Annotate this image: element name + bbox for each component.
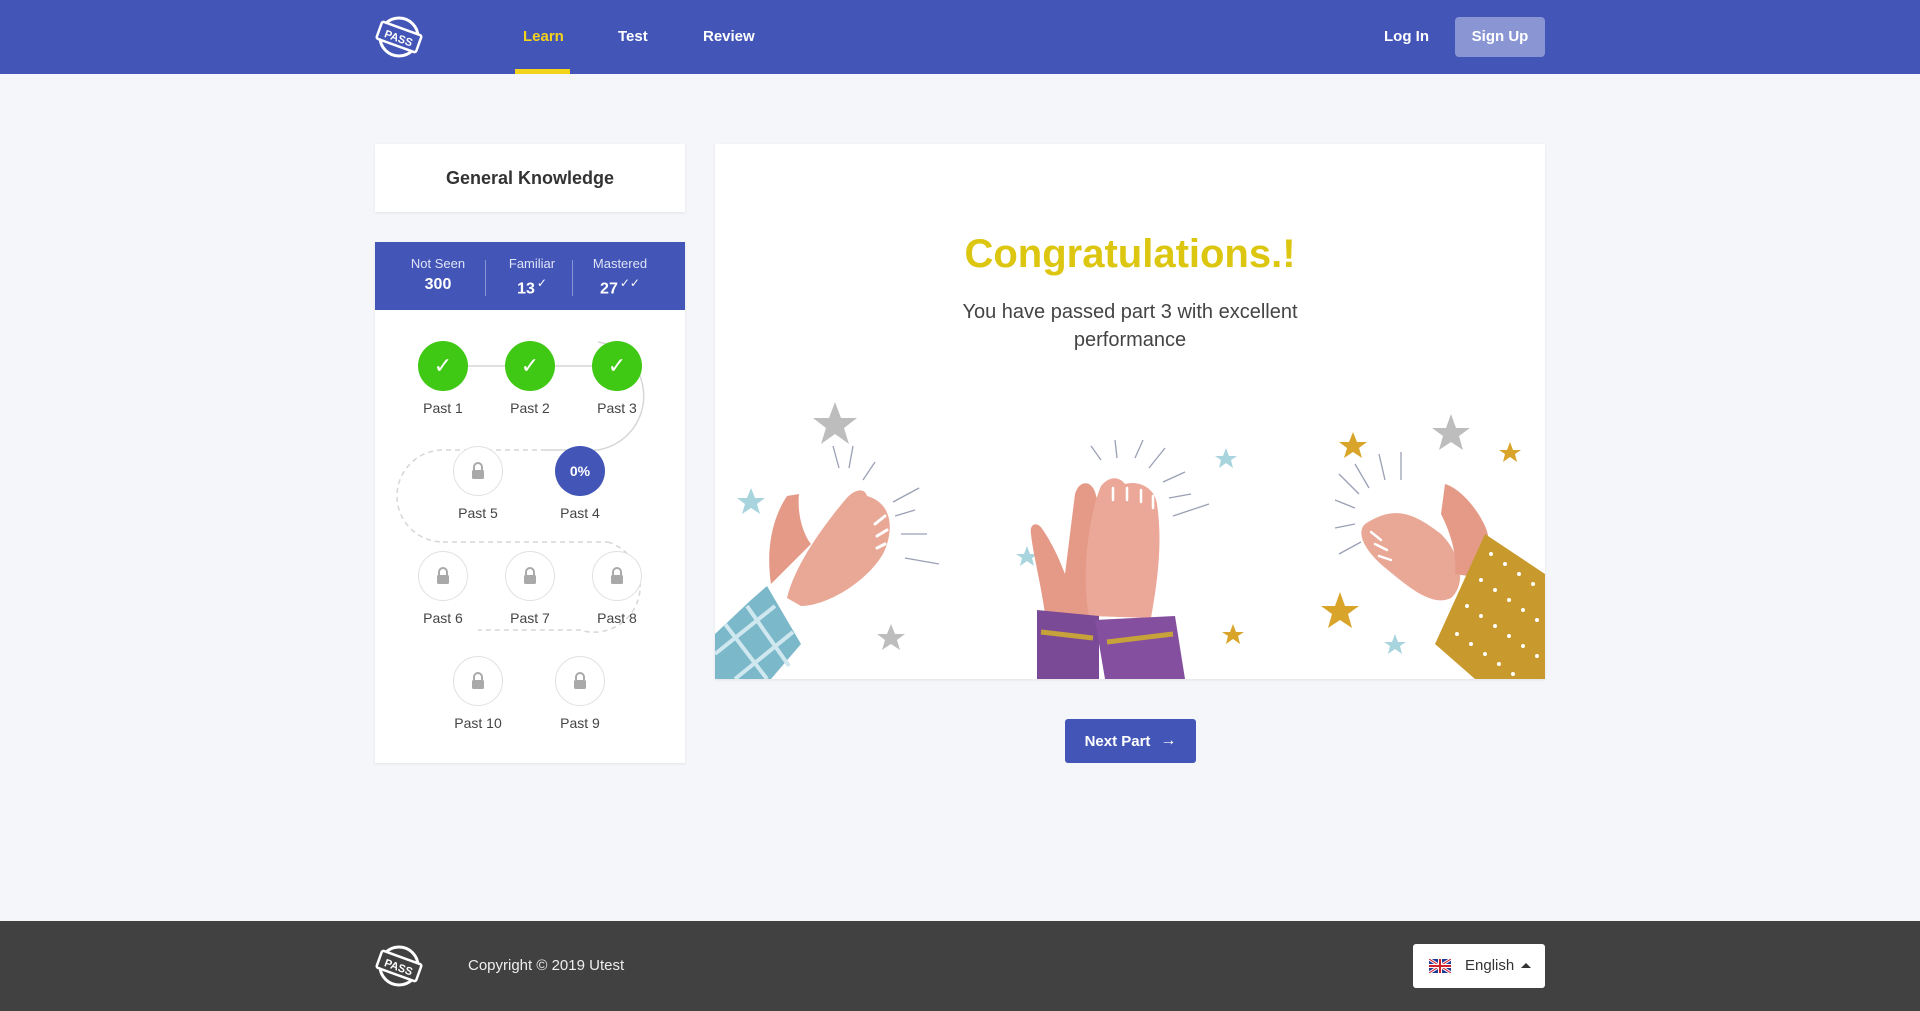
check-icon: ✓	[520, 353, 540, 378]
check-icon: ✓	[433, 353, 453, 378]
stat-divider	[572, 260, 573, 296]
part-node-8[interactable]	[592, 551, 642, 601]
stat-label: Familiar	[508, 256, 556, 271]
lock-icon	[524, 567, 536, 584]
check-icon: ✓	[536, 276, 547, 290]
part-label-10: Past 10	[454, 715, 502, 731]
subject-title: General Knowledge	[445, 168, 615, 188]
result-message: You have passed part 3 with excellent pe…	[962, 301, 1298, 351]
stat-mastered: Mastered 27 ✓✓	[575, 256, 665, 298]
congrats-title: Congratulations.!	[964, 232, 1296, 276]
signup-button[interactable]: Sign Up	[1455, 17, 1545, 57]
part-label-3: Past 3	[597, 400, 637, 416]
part-label-4: Past 4	[560, 505, 600, 521]
uk-flag-icon	[1429, 959, 1451, 973]
nav-learn[interactable]: Learn	[523, 0, 564, 74]
part-progress: 0%	[569, 463, 591, 479]
part-node-6[interactable]	[418, 551, 468, 601]
caret-up-icon	[1521, 963, 1531, 968]
part-label-6: Past 6	[423, 610, 463, 626]
footer: PASS Copyright © 2019 Utest English	[0, 921, 1920, 1011]
stat-value: 13 ✓	[517, 276, 547, 298]
next-part-label: Next Part	[1084, 732, 1151, 750]
part-node-5[interactable]	[453, 446, 503, 496]
lock-icon	[574, 672, 586, 689]
progress-card: Not Seen 300 Familiar 13 ✓ Mastered 27 ✓✓ …	[375, 242, 685, 763]
stat-familiar: Familiar 13 ✓	[487, 256, 577, 298]
pass-logo-icon[interactable]: PASS	[372, 943, 426, 989]
part-node-9[interactable]	[555, 656, 605, 706]
lock-icon	[472, 462, 484, 479]
lock-icon	[611, 567, 623, 584]
part-label-7: Past 7	[510, 610, 550, 626]
result-card: Congratulations.! You have passed part 3…	[715, 144, 1545, 679]
stat-value: 27 ✓✓	[600, 276, 640, 298]
part-node-3[interactable]: ✓	[592, 341, 642, 391]
stat-not-seen: Not Seen 300	[393, 256, 483, 294]
stat-value: 300	[424, 276, 452, 293]
clapping-hands-illustration	[715, 402, 1545, 679]
stat-label: Not Seen	[410, 256, 466, 271]
part-label-5: Past 5	[458, 505, 498, 521]
language-label: English	[1465, 957, 1515, 974]
part-label-1: Past 1	[423, 400, 463, 416]
nav-active-indicator	[515, 69, 570, 74]
lock-icon	[437, 567, 449, 584]
copyright-text: Copyright © 2019 Utest	[468, 957, 625, 974]
part-node-7[interactable]	[505, 551, 555, 601]
stats-bar: Not Seen 300 Familiar 13 ✓ Mastered 27 ✓✓	[375, 242, 685, 310]
login-link[interactable]: Log In	[1384, 0, 1429, 74]
next-part-button[interactable]: Next Part →	[1065, 719, 1196, 763]
stat-divider	[485, 260, 486, 296]
part-node-10[interactable]	[453, 656, 503, 706]
nav-review[interactable]: Review	[703, 0, 755, 74]
part-label-2: Past 2	[510, 400, 550, 416]
part-label-9: Past 9	[560, 715, 600, 731]
lock-icon	[472, 672, 484, 689]
subject-title-card: General Knowledge	[375, 144, 685, 212]
arrow-right-icon: →	[1160, 732, 1177, 749]
part-node-4[interactable]: 0%	[555, 446, 605, 496]
part-node-2[interactable]: ✓	[505, 341, 555, 391]
part-node-1[interactable]: ✓	[418, 341, 468, 391]
check-icon: ✓	[607, 353, 627, 378]
nav-test[interactable]: Test	[618, 0, 648, 74]
part-label-8: Past 8	[597, 610, 637, 626]
double-check-icon: ✓✓	[619, 276, 640, 290]
language-selector[interactable]: English	[1413, 944, 1545, 988]
pass-logo-icon[interactable]: PASS	[372, 14, 426, 60]
top-header: PASS Learn Test Review Log In Sign Up	[0, 0, 1920, 74]
stat-label: Mastered	[592, 256, 648, 271]
